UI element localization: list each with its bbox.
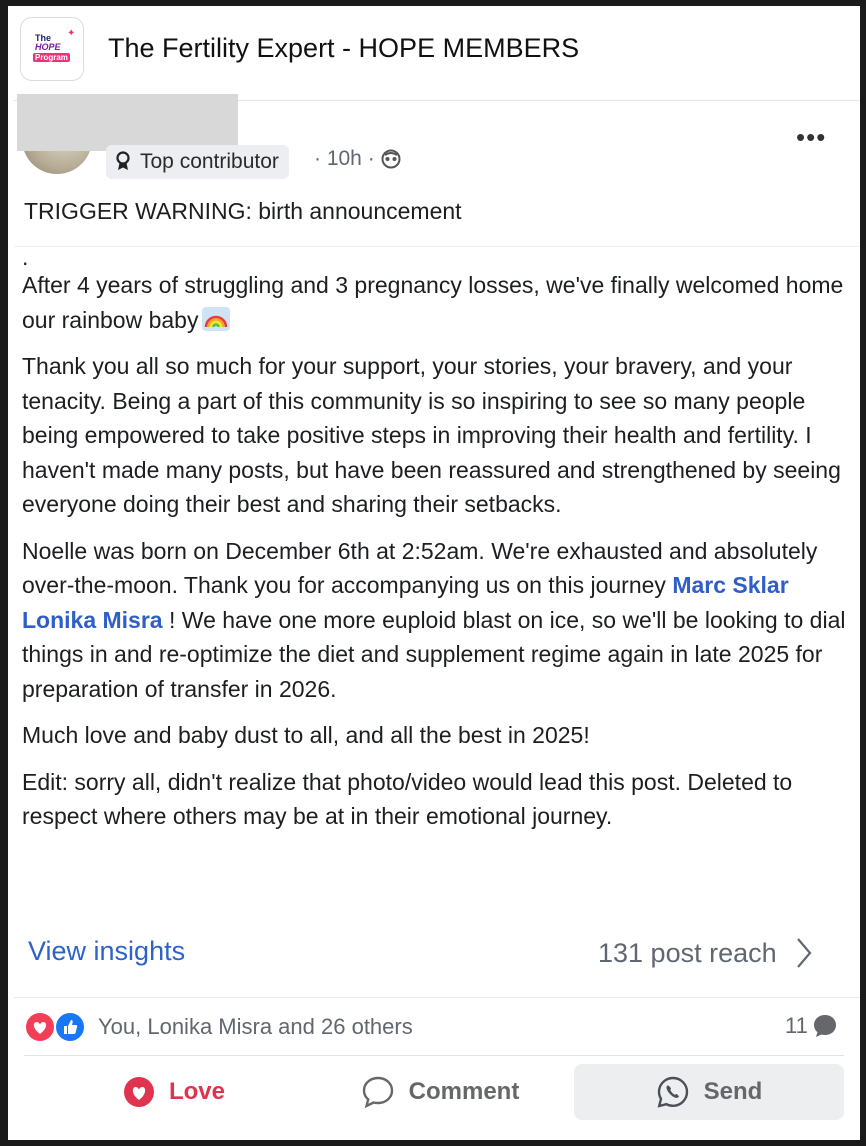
group-logo[interactable]: The HOPE Program ✦ (20, 17, 84, 81)
rainbow-emoji-icon (202, 306, 231, 331)
post-paragraph-1-text: After 4 years of struggling and 3 pregna… (22, 272, 844, 333)
love-label: Love (168, 1078, 225, 1105)
comment-icon (362, 1076, 393, 1109)
love-button[interactable]: Love (24, 1064, 324, 1120)
comment-count[interactable]: 11 (785, 1013, 838, 1039)
comment-button[interactable]: Comment (320, 1064, 560, 1120)
comment-count-number: 11 (785, 1013, 808, 1038)
post-reach-text: 131 post reach (598, 937, 777, 968)
post-paragraph-2: Thank you all so much for your support, … (22, 353, 841, 517)
love-icon (123, 1077, 154, 1107)
whatsapp-icon (657, 1076, 688, 1108)
group-title[interactable]: The Fertility Expert - HOPE MEMBERS (108, 33, 579, 64)
post-paragraph-5: Edit: sorry all, didn't realize that pho… (22, 768, 793, 830)
love-reaction-icon (24, 1011, 56, 1043)
group-header: The HOPE Program ✦ The Fertility Expert … (14, 6, 860, 101)
post-dot: . (22, 244, 29, 270)
divider (24, 1055, 844, 1056)
divider (14, 997, 860, 998)
post-body: . After 4 years of struggling and 3 preg… (22, 246, 852, 846)
logo-text-program: Program (33, 53, 70, 62)
badge-label: Top contributor (140, 150, 279, 173)
post-paragraph-4: Much love and baby dust to all, and all … (22, 722, 590, 748)
reaction-icons (24, 1011, 90, 1043)
badge-icon (116, 151, 130, 170)
post-paragraph-1: After 4 years of struggling and 3 pregna… (22, 268, 852, 337)
post-time[interactable]: · 10h · (314, 147, 375, 171)
reaction-names: You, Lonika Misra and 26 others (98, 1014, 413, 1039)
sparkle-icon: ✦ (67, 28, 76, 39)
top-contributor-badge[interactable]: Top contributor (106, 145, 289, 179)
post-meta: · 10h · (314, 147, 401, 171)
more-options-icon[interactable]: ••• (796, 122, 826, 153)
post-paragraph-3: Noelle was born on December 6th at 2:52a… (22, 534, 852, 707)
send-label: Send (703, 1078, 763, 1105)
view-insights-link[interactable]: View insights (28, 936, 185, 967)
logo-text-hope: HOPE (35, 42, 61, 52)
comment-bubble-icon (813, 1015, 836, 1037)
post-reach[interactable]: 131 post reach (598, 936, 813, 970)
group-privacy-icon (381, 149, 401, 169)
post-trigger-warning: TRIGGER WARNING: birth announcement (24, 198, 462, 224)
redacted-author-name (17, 94, 238, 151)
comment-label: Comment (408, 1078, 520, 1105)
reactions-summary[interactable]: You, Lonika Misra and 26 others (24, 1011, 413, 1043)
like-reaction-icon (54, 1011, 86, 1043)
chevron-right-icon (796, 938, 812, 968)
send-button[interactable]: Send (574, 1064, 844, 1120)
